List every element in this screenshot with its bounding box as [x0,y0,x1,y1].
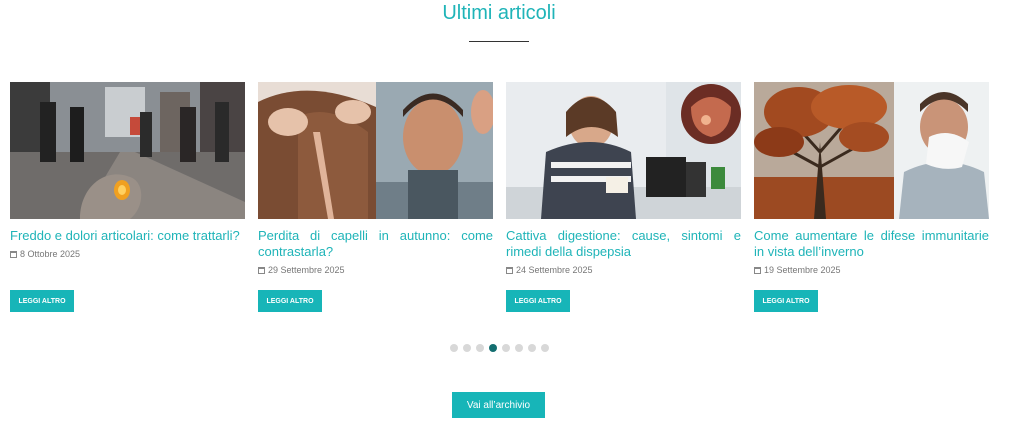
article-title-link[interactable]: Perdita di capelli in autunno: come cont… [258,228,493,260]
article-image-cold-street[interactable] [10,82,245,219]
read-more-button[interactable]: LEGGI ALTRO [10,290,74,312]
article-card: Freddo e dolori articolari: come trattar… [10,82,245,312]
carousel-dot-3[interactable] [476,344,484,352]
title-divider [469,41,529,42]
carousel-dot-6[interactable] [515,344,523,352]
article-title-link[interactable]: Freddo e dolori articolari: come trattar… [10,228,245,244]
article-date: 24 Settembre 2025 [506,264,741,276]
section-title: Ultimi articoli [442,2,556,24]
article-image-hair-loss[interactable] [258,82,493,219]
article-date-text: 29 Settembre 2025 [268,265,345,275]
article-date: 8 Ottobre 2025 [10,248,245,260]
article-image-digestion[interactable] [506,82,741,219]
calendar-icon [754,266,761,274]
article-date-text: 19 Settembre 2025 [764,265,841,275]
article-image-immune-defense[interactable] [754,82,989,219]
carousel-dot-1[interactable] [450,344,458,352]
carousel-dot-5[interactable] [502,344,510,352]
article-date-text: 24 Settembre 2025 [516,265,593,275]
article-title-link[interactable]: Cattiva digestione: cause, sintomi e rim… [506,228,741,260]
carousel-dot-4[interactable] [489,344,497,352]
article-date: 19 Settembre 2025 [754,264,989,276]
article-title-link[interactable]: Come aumentare le difese immunitarie in … [754,228,989,260]
carousel-dot-7[interactable] [528,344,536,352]
carousel-pagination [450,344,549,352]
calendar-icon [506,266,513,274]
article-card: Come aumentare le difese immunitarie in … [754,82,989,312]
calendar-icon [10,250,17,258]
read-more-button[interactable]: LEGGI ALTRO [754,290,818,312]
article-card: Cattiva digestione: cause, sintomi e rim… [506,82,741,312]
read-more-button[interactable]: LEGGI ALTRO [258,290,322,312]
article-card: Perdita di capelli in autunno: come cont… [258,82,493,312]
carousel-dot-2[interactable] [463,344,471,352]
archive-button[interactable]: Vai all’archivio [452,392,545,418]
calendar-icon [258,266,265,274]
article-date: 29 Settembre 2025 [258,264,493,276]
article-date-text: 8 Ottobre 2025 [20,249,81,259]
read-more-button[interactable]: LEGGI ALTRO [506,290,570,312]
carousel-dot-8[interactable] [541,344,549,352]
